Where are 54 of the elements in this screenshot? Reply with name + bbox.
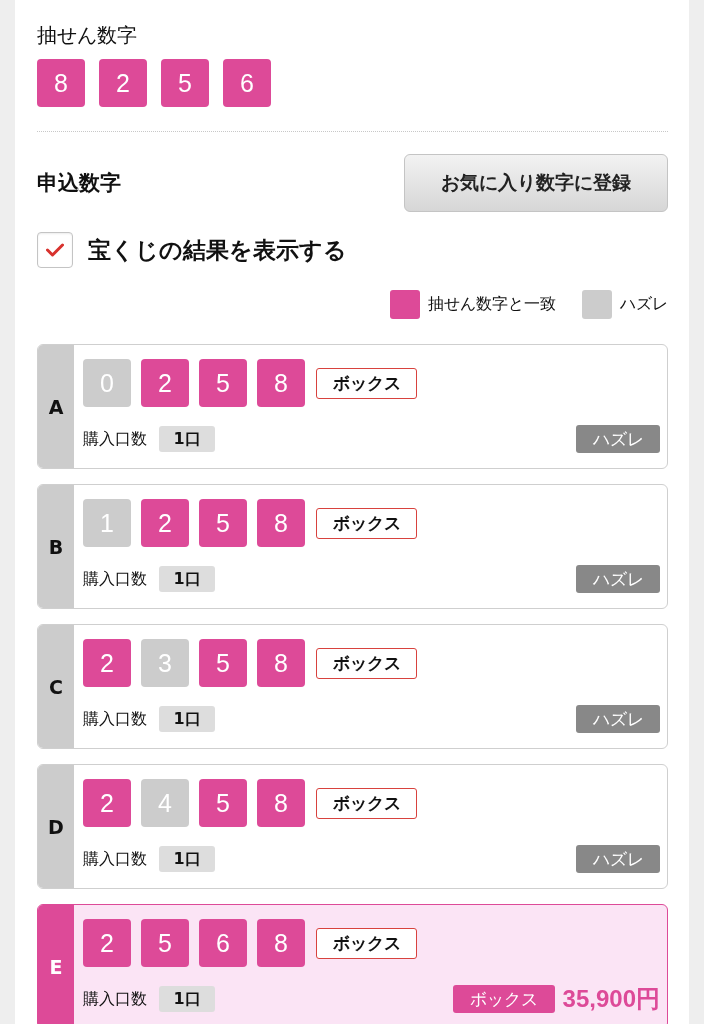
quantity-badge: 1口	[159, 846, 215, 872]
number-tile: 5	[199, 779, 247, 827]
result-badge: ハズレ	[576, 845, 660, 873]
number-tile: 5	[199, 499, 247, 547]
ticket-letter-strip: B	[38, 485, 74, 608]
quantity-label: 購入口数	[83, 568, 147, 590]
bet-type-label: ボックス	[316, 787, 417, 819]
check-icon	[46, 243, 64, 257]
quantity-badge: 1口	[159, 566, 215, 592]
quantity-label: 購入口数	[83, 428, 147, 450]
section-title: 申込数字	[37, 170, 121, 197]
number-tile: 2	[83, 919, 131, 967]
number-tile: 5	[161, 59, 209, 107]
ticket-letter-strip: C	[38, 625, 74, 748]
number-tile: 8	[257, 359, 305, 407]
bet-type-label: ボックス	[316, 927, 417, 959]
result-badge: ハズレ	[576, 705, 660, 733]
number-tile: 2	[141, 499, 189, 547]
ticket-letter-strip: D	[38, 765, 74, 888]
result-badge: ハズレ	[576, 565, 660, 593]
ticket-letter-strip: A	[38, 345, 74, 468]
number-tile: 5	[199, 359, 247, 407]
favorite-button[interactable]: お気に入り数字に登録	[404, 154, 668, 212]
number-tile: 2	[99, 59, 147, 107]
number-tile: 8	[257, 639, 305, 687]
checkbox[interactable]	[37, 232, 73, 268]
quantity-badge: 1口	[159, 426, 215, 452]
number-tile: 8	[37, 59, 85, 107]
number-tile: 8	[257, 499, 305, 547]
prize-amount: 35,900円	[562, 984, 660, 1014]
number-tile: 6	[199, 919, 247, 967]
quantity-badge: 1口	[159, 706, 215, 732]
quantity-label: 購入口数	[83, 708, 147, 730]
bet-type-label: ボックス	[316, 507, 417, 539]
number-tile: 2	[83, 639, 131, 687]
quantity-label: 購入口数	[83, 848, 147, 870]
result-badge: ハズレ	[576, 425, 660, 453]
bet-type-label: ボックス	[316, 647, 417, 679]
number-tile: 6	[223, 59, 271, 107]
legend-label: ハズレ	[620, 294, 668, 315]
number-tile: 8	[257, 919, 305, 967]
quantity-label: 購入口数	[83, 988, 147, 1010]
result-badge: ボックス	[452, 985, 555, 1013]
checkbox-label[interactable]: 宝くじの結果を表示する	[88, 234, 347, 266]
bet-type-label: ボックス	[316, 367, 417, 399]
number-tile: 5	[199, 639, 247, 687]
number-tile: 8	[257, 779, 305, 827]
number-tile: 5	[141, 919, 189, 967]
quantity-badge: 1口	[159, 986, 215, 1012]
legend-label: 抽せん数字と一致	[428, 294, 556, 315]
section-title: 抽せん数字	[37, 22, 137, 48]
number-tile: 2	[141, 359, 189, 407]
ticket-letter-strip: E	[38, 905, 74, 1024]
number-tile: 2	[83, 779, 131, 827]
